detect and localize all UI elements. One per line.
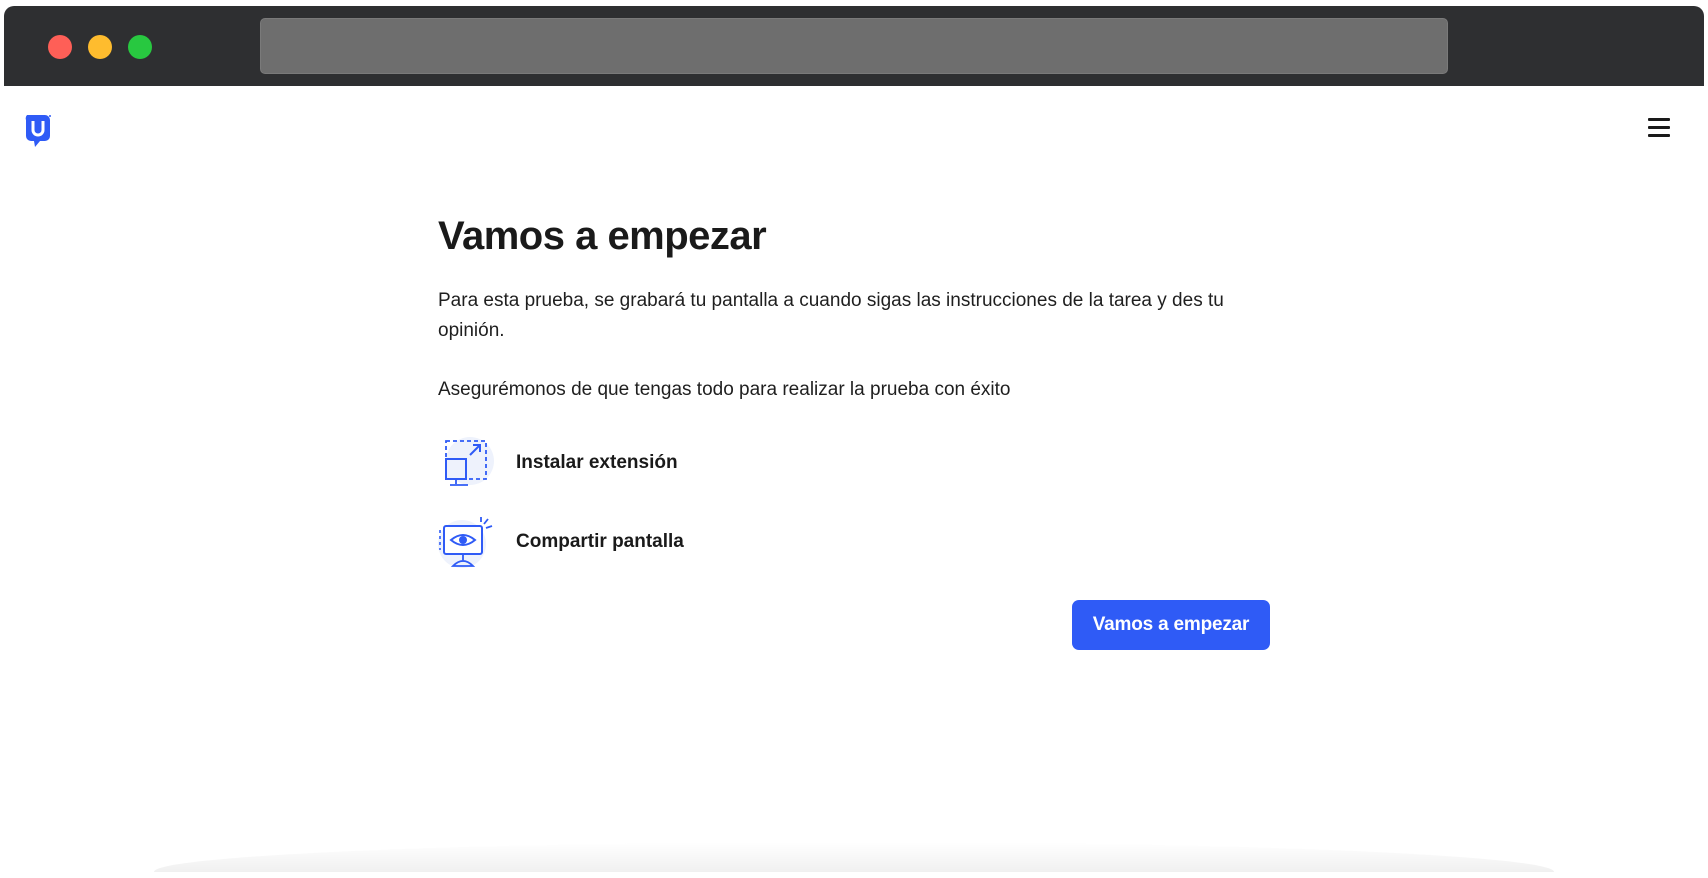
intro-text: Para esta prueba, se grabará tu pantalla…: [438, 290, 1224, 341]
minimize-window-button[interactable]: [88, 35, 112, 59]
share-screen-icon: [438, 517, 493, 568]
step-label: Compartir pantalla: [516, 531, 684, 552]
bottom-shadow: [154, 842, 1554, 872]
install-extension-icon: [445, 437, 494, 486]
step-install-extension: Instalar extensión: [438, 435, 1278, 491]
hamburger-menu-icon[interactable]: [1646, 118, 1672, 142]
close-window-button[interactable]: [48, 35, 72, 59]
step-share-screen: Compartir pantalla: [438, 514, 1278, 570]
address-bar[interactable]: [260, 18, 1448, 74]
page-content: Vamos a empezar Para esta prueba, se gra…: [4, 86, 1704, 872]
step-label: Instalar extensión: [516, 452, 678, 473]
subintro-text: Asegurémonos de que tengas todo para rea…: [438, 379, 1011, 400]
steps-list: Instalar extensión Compartir pantalla: [438, 435, 1278, 570]
start-button[interactable]: Vamos a empezar: [1072, 600, 1270, 650]
browser-window: Vamos a empezar Para esta prueba, se gra…: [4, 6, 1704, 872]
maximize-window-button[interactable]: [128, 35, 152, 59]
browser-titlebar: [4, 6, 1704, 86]
usertesting-logo-icon[interactable]: [24, 114, 52, 148]
page-title: Vamos a empezar: [438, 214, 767, 258]
main-section: Vamos a empezar Para esta prueba, se gra…: [438, 212, 1278, 593]
